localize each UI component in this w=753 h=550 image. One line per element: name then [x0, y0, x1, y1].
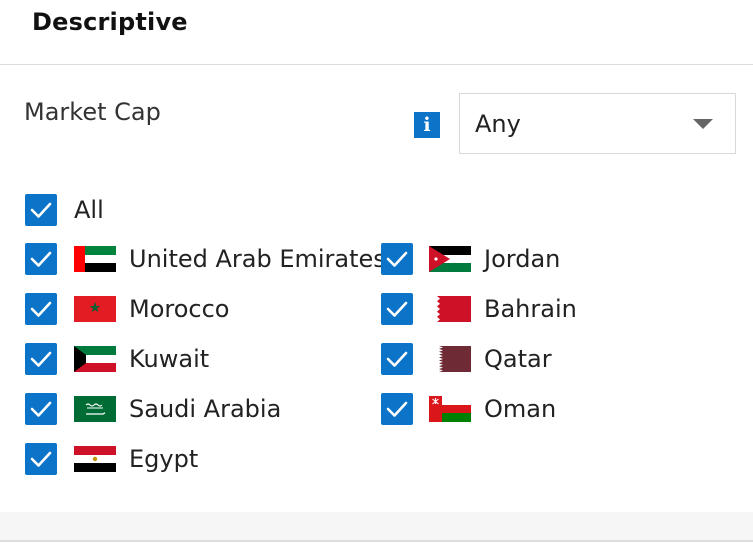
- header-divider: [0, 64, 753, 65]
- saudi-arabia-flag-icon: [74, 396, 116, 422]
- checkbox-jordan[interactable]: [381, 243, 413, 275]
- checkbox-all-label: All: [74, 196, 104, 224]
- info-icon[interactable]: i: [414, 112, 440, 138]
- section-title: Descriptive: [32, 8, 188, 36]
- country-label: Oman: [484, 395, 557, 423]
- country-label: Egypt: [129, 445, 199, 473]
- footer-divider: [0, 540, 753, 542]
- market-cap-label: Market Cap: [24, 98, 161, 126]
- morocco-flag-icon: [74, 296, 116, 322]
- checkbox-oman[interactable]: [381, 393, 413, 425]
- checkbox-united-arab-emirates[interactable]: [25, 243, 57, 275]
- country-label: United Arab Emirates: [129, 245, 386, 273]
- uae-flag-icon: [74, 246, 116, 272]
- kuwait-flag-icon: [74, 346, 116, 372]
- checkbox-saudi-arabia[interactable]: [25, 393, 57, 425]
- jordan-flag-icon: [429, 246, 471, 272]
- checkbox-egypt[interactable]: [25, 443, 57, 475]
- oman-flag-icon: [429, 396, 471, 422]
- checkbox-qatar[interactable]: [381, 343, 413, 375]
- country-label: Kuwait: [129, 345, 210, 373]
- country-label: Qatar: [484, 345, 552, 373]
- checkbox-kuwait[interactable]: [25, 343, 57, 375]
- chevron-down-icon: [693, 119, 713, 129]
- country-label: Jordan: [484, 245, 561, 273]
- checkbox-bahrain[interactable]: [381, 293, 413, 325]
- egypt-flag-icon: [74, 446, 116, 472]
- market-cap-select-value: Any: [475, 110, 521, 138]
- checkbox-all[interactable]: [25, 194, 57, 226]
- country-label: Saudi Arabia: [129, 395, 282, 423]
- checkbox-morocco[interactable]: [25, 293, 57, 325]
- country-label: Bahrain: [484, 295, 577, 323]
- qatar-flag-icon: [429, 346, 471, 372]
- bahrain-flag-icon: [429, 296, 471, 322]
- country-label: Morocco: [129, 295, 230, 323]
- footer-band: [0, 512, 753, 540]
- market-cap-select[interactable]: Any: [459, 93, 736, 154]
